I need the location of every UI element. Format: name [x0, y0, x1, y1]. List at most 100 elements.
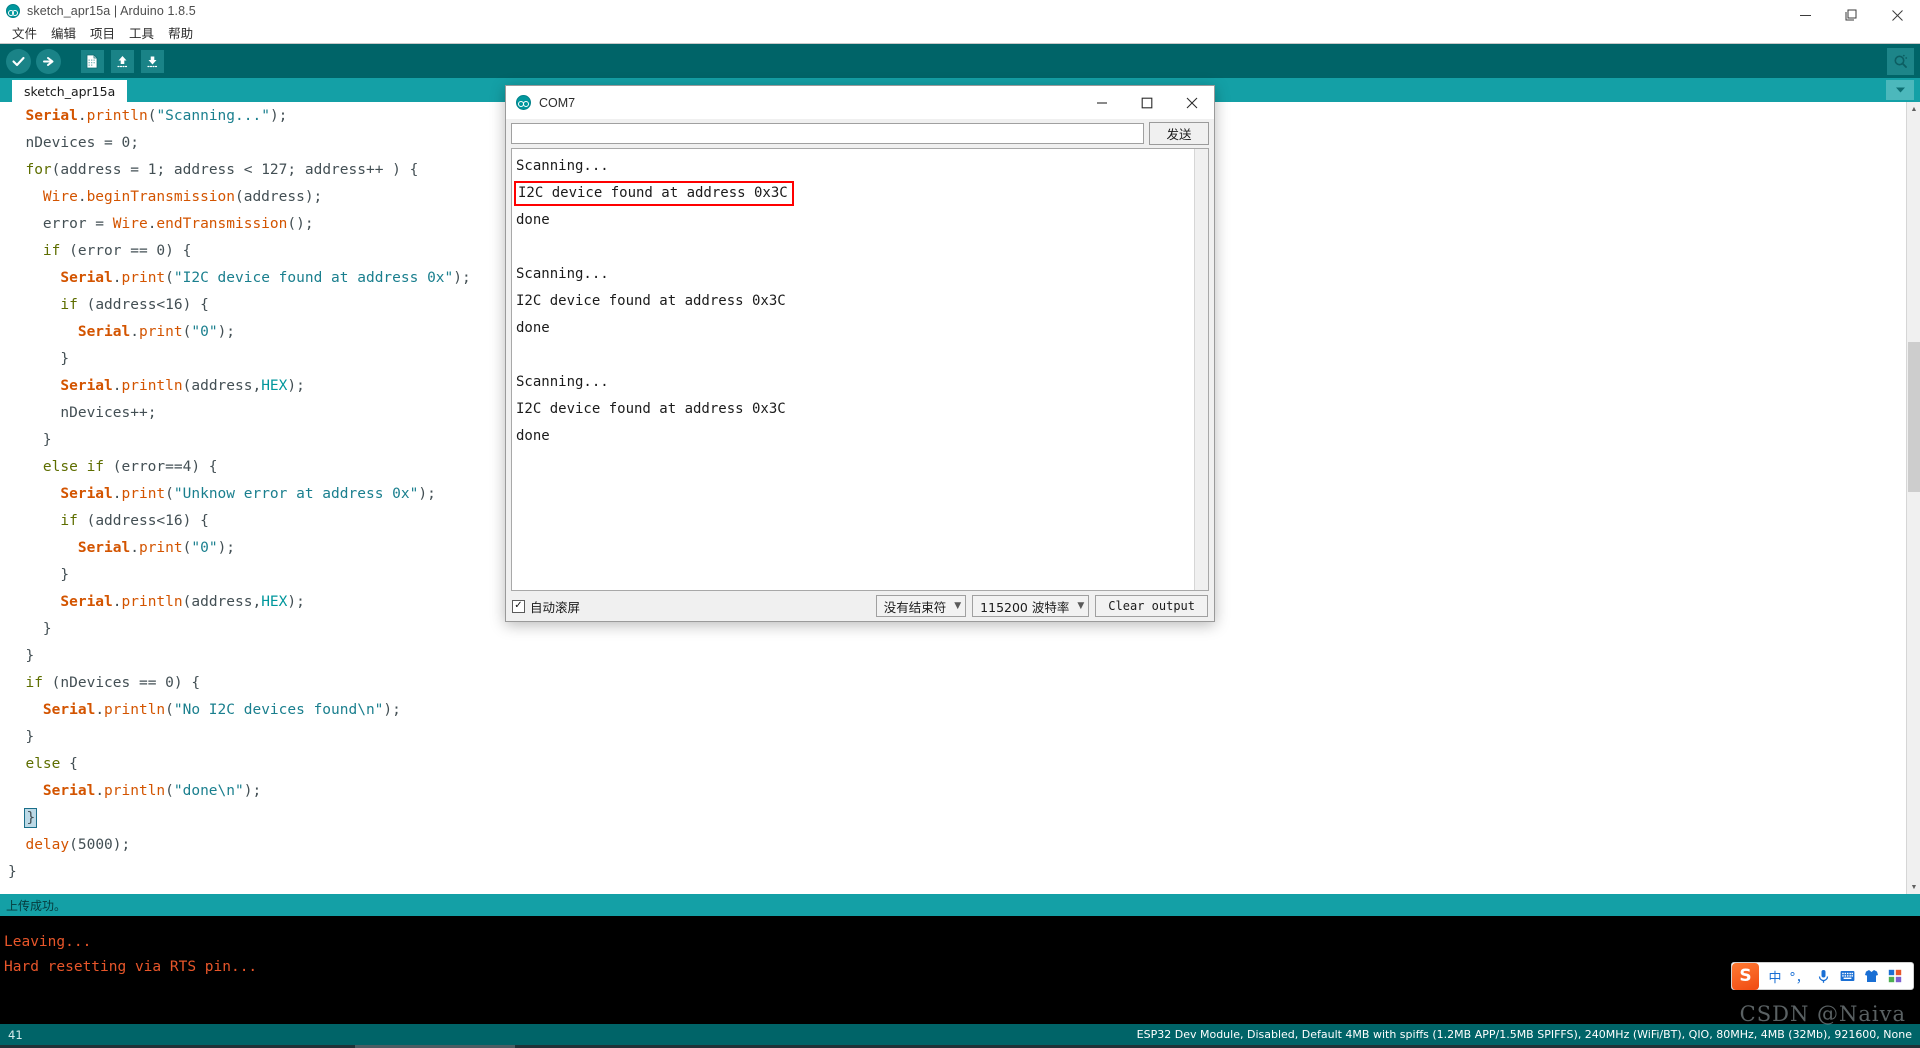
serial-output-scrollbar[interactable] — [1194, 149, 1208, 590]
code-token: ) { — [182, 297, 209, 313]
serial-output-line — [516, 234, 1208, 261]
tab-sketch-apr15a[interactable]: sketch_apr15a — [12, 80, 128, 102]
code-token: "0" — [191, 540, 218, 556]
serial-output-line: done — [516, 212, 550, 228]
autoscroll-checkbox-box[interactable]: ✓ — [512, 599, 525, 613]
minimize-button[interactable] — [1782, 0, 1828, 30]
menu-edit[interactable]: 编辑 — [45, 21, 82, 44]
send-row: 发送 — [506, 119, 1214, 148]
line-number-indicator: 41 — [8, 1027, 23, 1042]
code-line: if (nDevices == 0) { — [8, 670, 1920, 697]
dialog-minimize-button[interactable] — [1079, 86, 1124, 119]
dialog-window-controls — [1079, 86, 1214, 119]
code-token: if — [60, 513, 78, 529]
serial-output-line: Scanning... — [516, 374, 609, 390]
menu-tools[interactable]: 工具 — [123, 21, 160, 44]
code-token: Serial — [60, 594, 113, 610]
serial-monitor-button[interactable] — [1887, 48, 1914, 75]
code-token: 16 — [165, 513, 183, 529]
code-token: ); — [243, 783, 262, 799]
serial-output-line: I2C device found at address 0x3C — [514, 180, 1208, 207]
ime-skin-icon[interactable] — [1859, 963, 1883, 989]
arduino-ide-window: sketch_apr15a | Arduino 1.8.5 文件 编辑 项目 工… — [0, 0, 1920, 1048]
code-token: else — [25, 756, 61, 772]
serial-output-line: I2C device found at address 0x3C — [516, 293, 786, 309]
ime-toolbar: S 中 °， — [1731, 962, 1914, 990]
verify-button[interactable] — [4, 47, 32, 75]
line-ending-select[interactable]: 没有结束符 ▼ — [875, 595, 967, 617]
window-title: sketch_apr15a | Arduino 1.8.5 — [27, 4, 196, 18]
code-token: ); — [418, 486, 436, 502]
ime-voice-icon[interactable] — [1811, 963, 1835, 989]
close-button[interactable] — [1874, 0, 1920, 30]
arduino-logo-icon — [516, 95, 531, 110]
code-line: } — [8, 805, 1920, 832]
code-token: ); — [287, 378, 305, 394]
code-token: print — [121, 270, 166, 286]
upload-status-bar: 上传成功。 — [0, 894, 1920, 916]
menu-help[interactable]: 帮助 — [162, 21, 199, 44]
code-line: } — [8, 859, 1920, 886]
open-sketch-button[interactable] — [108, 47, 136, 75]
code-token: if — [42, 243, 61, 259]
code-token: . — [112, 270, 122, 286]
ime-mode-chinese[interactable]: 中 — [1763, 963, 1787, 989]
menu-sketch[interactable]: 项目 — [84, 21, 121, 44]
code-token: (error == — [60, 243, 157, 259]
code-token: print — [138, 540, 183, 556]
autoscroll-checkbox[interactable]: ✓ 自动滚屏 — [512, 597, 580, 616]
code-token: ( — [69, 837, 78, 853]
code-token: Serial — [77, 324, 131, 340]
code-token: Serial — [25, 108, 78, 124]
save-sketch-icon — [140, 49, 164, 73]
serial-output-line: done — [516, 320, 550, 336]
upload-arrow-icon — [35, 48, 61, 74]
code-token: . — [95, 702, 105, 718]
tab-dropdown-button[interactable] — [1886, 80, 1914, 100]
arduino-logo-icon — [6, 4, 20, 18]
autoscroll-label: 自动滚屏 — [530, 599, 581, 615]
upload-status-text: 上传成功。 — [6, 898, 67, 913]
code-token: "No I2C devices found\n" — [173, 702, 384, 718]
serial-output-area[interactable]: Scanning... I2C device found at address 0… — [511, 148, 1209, 591]
editor-scroll-thumb[interactable] — [1908, 342, 1920, 492]
dialog-close-button[interactable] — [1169, 86, 1214, 119]
new-sketch-button[interactable] — [78, 47, 106, 75]
code-token: (address); — [234, 189, 323, 205]
code-token: ) { — [191, 459, 218, 475]
scroll-up-icon[interactable]: ▲ — [1907, 102, 1920, 116]
maximize-button[interactable] — [1828, 0, 1874, 30]
dialog-maximize-button[interactable] — [1124, 86, 1169, 119]
upload-button[interactable] — [34, 47, 62, 75]
console-output[interactable]: Leaving... Hard resetting via RTS pin... — [0, 916, 1920, 1024]
code-token: } — [25, 648, 35, 664]
code-token: if — [25, 675, 43, 691]
code-token: ); — [217, 540, 236, 556]
code-token: for — [25, 162, 52, 178]
code-token: (); — [287, 216, 314, 232]
code-token: . — [112, 486, 122, 502]
editor-scrollbar[interactable]: ▲ ▼ — [1906, 102, 1920, 894]
code-token: beginTransmission — [86, 189, 235, 205]
code-token: . — [95, 783, 105, 799]
send-button[interactable]: 发送 — [1149, 122, 1209, 145]
serial-output-line: Scanning... — [516, 158, 609, 174]
sogou-logo-icon[interactable]: S — [1732, 962, 1759, 990]
chevron-down-icon: ▼ — [1077, 601, 1085, 611]
code-token: println — [104, 783, 166, 799]
baud-rate-select[interactable]: 115200 波特率 ▼ — [972, 595, 1090, 617]
chevron-down-icon: ▼ — [954, 601, 962, 611]
code-token: (address< — [77, 513, 166, 529]
code-token: "Scanning..." — [156, 108, 270, 124]
clear-output-button[interactable]: Clear output — [1095, 595, 1208, 617]
ime-keyboard-icon[interactable] — [1835, 963, 1859, 989]
save-sketch-button[interactable] — [138, 47, 166, 75]
ime-punctuation-icon[interactable]: °， — [1787, 963, 1811, 989]
menu-file[interactable]: 文件 — [6, 21, 43, 44]
code-token: print — [138, 324, 183, 340]
code-token: println — [104, 702, 166, 718]
scroll-down-icon[interactable]: ▼ — [1907, 880, 1920, 894]
serial-send-input[interactable] — [511, 123, 1144, 144]
code-token: error = — [42, 216, 113, 232]
ime-toolbox-icon[interactable] — [1883, 963, 1907, 989]
